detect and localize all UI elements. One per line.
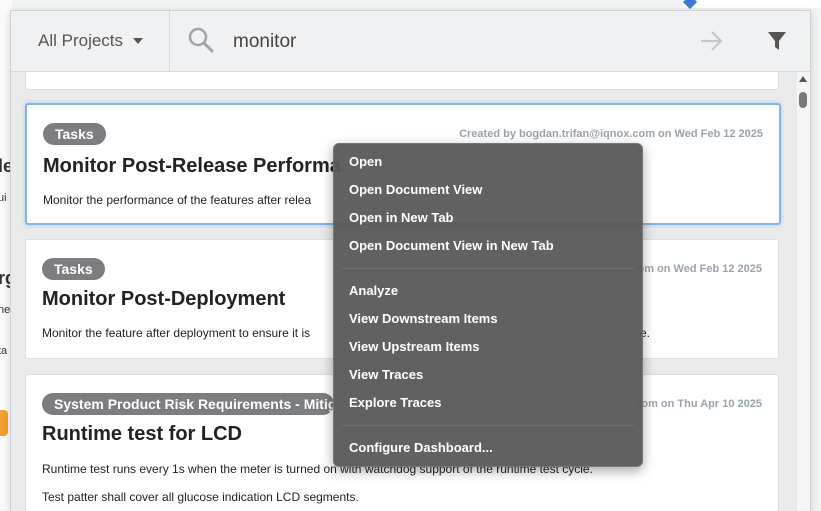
search-bar: All Projects xyxy=(11,11,810,72)
menu-item-view-downstream[interactable]: View Downstream Items xyxy=(349,311,498,326)
context-menu: Open Open Document View Open in New Tab … xyxy=(333,143,643,467)
arrow-right-icon[interactable] xyxy=(699,28,725,54)
search-input[interactable] xyxy=(231,26,675,58)
category-chip: System Product Risk Requirements - Mitig xyxy=(42,393,334,415)
result-title[interactable]: Monitor Post-Release Performa xyxy=(43,155,341,178)
scroll-up-icon[interactable] xyxy=(799,76,807,82)
menu-item-configure-dashboard[interactable]: Configure Dashboard... xyxy=(349,440,493,455)
result-title[interactable]: Monitor Post-Deployment xyxy=(42,288,285,311)
search-icon xyxy=(188,27,214,53)
filter-icon[interactable] xyxy=(767,31,787,51)
menu-item-open-document-view[interactable]: Open Document View xyxy=(349,182,482,197)
background-toolbar xyxy=(682,0,821,10)
created-meta: om on Wed Feb 12 2025 xyxy=(637,263,762,275)
menu-item-view-traces[interactable]: View Traces xyxy=(349,367,423,382)
menu-item-view-upstream[interactable]: View Upstream Items xyxy=(349,339,480,354)
menu-separator xyxy=(342,268,634,269)
result-title[interactable]: Runtime test for LCD xyxy=(42,423,242,446)
bg-fragment: ta xyxy=(0,345,8,357)
results-scrollbar[interactable] xyxy=(797,72,810,511)
result-description: Monitor the feature after deployment to … xyxy=(42,326,311,340)
app-icon xyxy=(682,0,698,10)
category-chip: Tasks xyxy=(43,123,106,145)
category-chip: Tasks xyxy=(42,258,105,280)
project-dropdown[interactable]: All Projects xyxy=(11,11,170,71)
result-description: Test patter shall cover all glucose indi… xyxy=(42,490,359,504)
bg-fragment: ne xyxy=(0,304,11,316)
result-card-partial[interactable] xyxy=(25,72,779,90)
created-meta: com on Thu Apr 10 2025 xyxy=(635,398,762,410)
menu-item-analyze[interactable]: Analyze xyxy=(349,283,398,298)
menu-separator xyxy=(342,425,634,426)
created-meta: Created by bogdan.trifan@iqnox.com on We… xyxy=(459,128,763,140)
menu-item-open-document-view-new-tab[interactable]: Open Document View in New Tab xyxy=(349,238,554,253)
bg-orange-tab xyxy=(0,410,8,436)
scroll-thumb[interactable] xyxy=(799,92,807,108)
project-dropdown-label: All Projects xyxy=(38,31,124,50)
menu-item-open[interactable]: Open xyxy=(349,154,382,169)
menu-item-open-in-new-tab[interactable]: Open in New Tab xyxy=(349,210,454,225)
menu-item-explore-traces[interactable]: Explore Traces xyxy=(349,395,442,410)
caret-down-icon xyxy=(133,38,144,44)
bg-fragment: ui xyxy=(0,192,7,204)
result-description: Monitor the performance of the features … xyxy=(43,193,312,207)
